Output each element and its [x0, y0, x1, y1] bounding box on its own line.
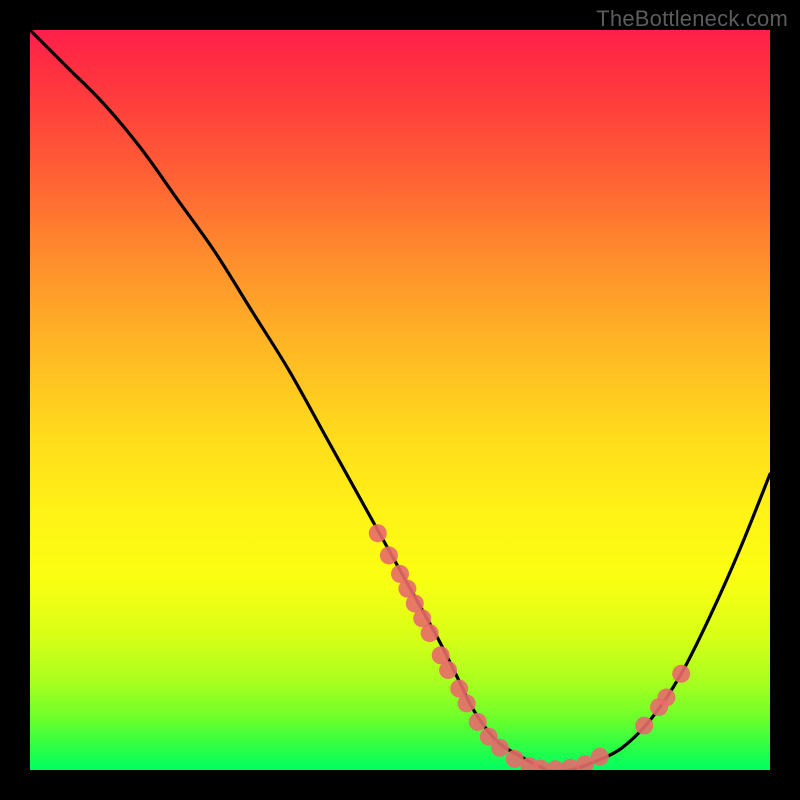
data-point-marker	[458, 694, 476, 712]
data-point-marker	[657, 688, 675, 706]
data-point-marker	[469, 713, 487, 731]
chart-frame	[30, 30, 770, 770]
curve-data-points	[369, 524, 690, 770]
data-point-marker	[635, 717, 653, 735]
bottleneck-curve	[30, 30, 770, 770]
watermark-text: TheBottleneck.com	[596, 6, 788, 32]
data-point-marker	[439, 661, 457, 679]
data-point-marker	[672, 665, 690, 683]
data-point-marker	[591, 748, 609, 766]
data-point-marker	[380, 546, 398, 564]
data-point-marker	[421, 624, 439, 642]
data-point-marker	[369, 524, 387, 542]
bottleneck-curve-plot	[30, 30, 770, 770]
data-point-marker	[491, 739, 509, 757]
